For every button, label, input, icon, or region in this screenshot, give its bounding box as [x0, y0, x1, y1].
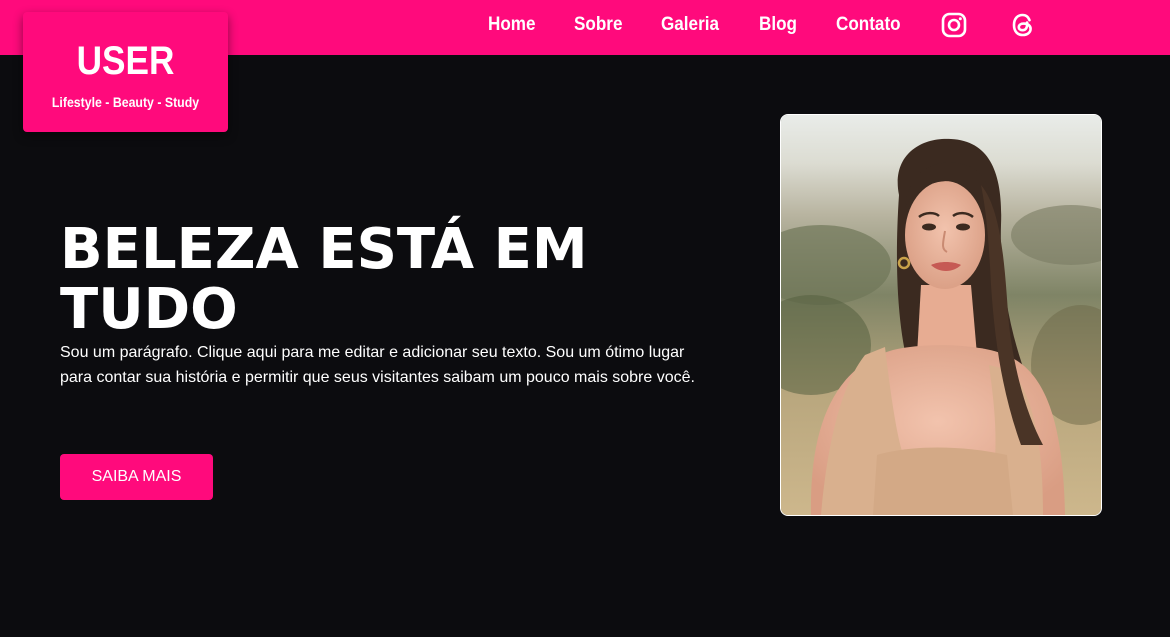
instagram-icon[interactable] — [941, 12, 967, 38]
brand-tagline: Lifestyle - Beauty - Study — [51, 94, 200, 110]
nav-link-contato[interactable]: Contato — [836, 13, 901, 37]
nav-link-blog[interactable]: Blog — [759, 13, 797, 37]
nav-link-home[interactable]: Home — [488, 13, 536, 37]
portrait-illustration — [781, 115, 1101, 515]
saiba-mais-button[interactable]: SAIBA MAIS — [60, 454, 213, 500]
brand-logo-box[interactable]: USER Lifestyle - Beauty - Study — [23, 12, 228, 132]
hero-title: BELEZA ESTÁ EM TUDO — [60, 217, 588, 342]
brand-name: USER — [76, 39, 175, 83]
threads-icon[interactable] — [1010, 12, 1036, 38]
nav-link-galeria[interactable]: Galeria — [661, 13, 719, 37]
hero-portrait-photo — [780, 114, 1102, 516]
hero-paragraph: Sou um parágrafo. Clique aqui para me ed… — [60, 344, 695, 386]
nav-link-sobre[interactable]: Sobre — [574, 13, 622, 37]
